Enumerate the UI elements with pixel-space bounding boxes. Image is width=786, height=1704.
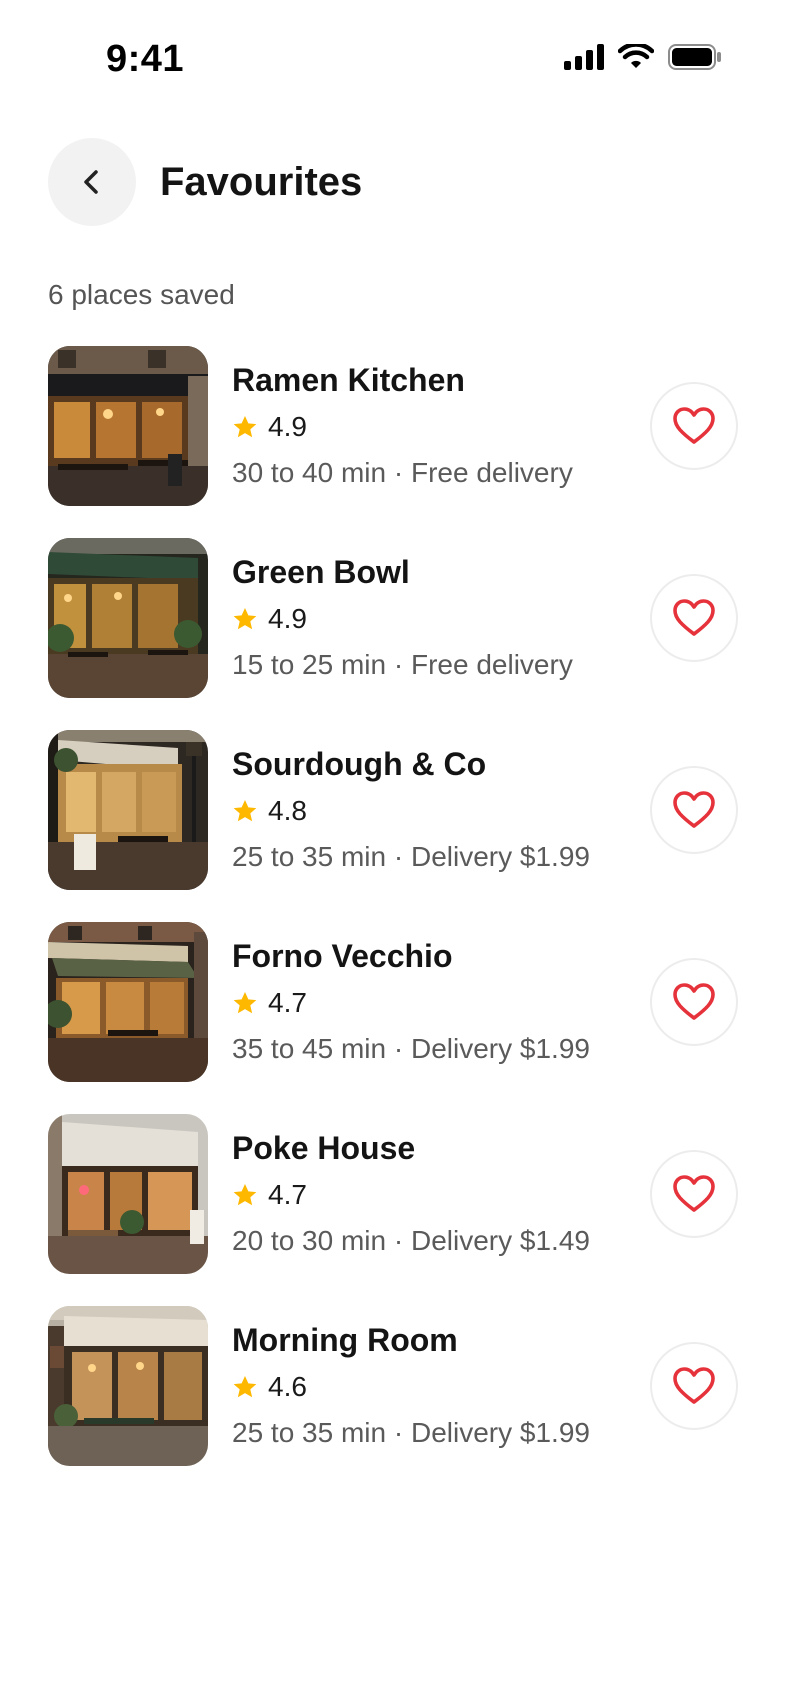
place-info: Sourdough & Co 4.8 25 to 35 min · Delive… — [232, 744, 590, 876]
favourite-button[interactable] — [650, 1150, 738, 1238]
rating-value: 4.7 — [268, 1179, 307, 1210]
rating-row: 4.8 — [232, 792, 590, 830]
place-name: Forno Vecchio — [232, 938, 453, 974]
rating-value: 4.6 — [268, 1371, 307, 1402]
favourite-button[interactable] — [650, 574, 738, 662]
place-name: Poke House — [232, 1130, 416, 1166]
place-name: Green Bowl — [232, 554, 410, 590]
list-item[interactable]: Forno Vecchio 4.7 35 to 45 min · Deliver… — [48, 922, 738, 1082]
list-item[interactable]: Poke House 4.7 20 to 30 min · Delivery $… — [48, 1114, 738, 1274]
place-name: Ramen Kitchen — [232, 362, 465, 398]
rating-value: 4.7 — [268, 987, 307, 1018]
heart-icon — [673, 599, 715, 636]
rating-row: 4.7 — [232, 1176, 590, 1214]
favourites-list: Ramen Kitchen 4.9 30 to 40 min · Free de… — [48, 346, 738, 1498]
list-item[interactable]: Ramen Kitchen 4.9 30 to 40 min · Free de… — [48, 346, 738, 506]
rating-value: 4.9 — [268, 411, 307, 442]
star-icon — [233, 607, 257, 630]
place-info: Green Bowl 4.9 15 to 25 min · Free deliv… — [232, 552, 573, 684]
delivery-info: 30 to 40 min · Free delivery — [232, 457, 573, 488]
heart-icon — [673, 791, 715, 828]
delivery-info: 25 to 35 min · Delivery $1.99 — [232, 1417, 590, 1448]
wifi-icon — [618, 44, 654, 68]
restaurant-photo — [48, 1306, 208, 1466]
chevron-left-icon — [84, 170, 98, 194]
status-time: 9:41 — [106, 38, 185, 80]
place-info: Forno Vecchio 4.7 35 to 45 min · Deliver… — [232, 936, 590, 1068]
restaurant-photo — [48, 346, 208, 506]
list-item[interactable]: Morning Room 4.6 25 to 35 min · Delivery… — [48, 1306, 738, 1466]
rating-row: 4.9 — [232, 408, 573, 446]
rating-row: 4.9 — [232, 600, 573, 638]
star-icon — [233, 799, 257, 822]
place-info: Poke House 4.7 20 to 30 min · Delivery $… — [232, 1128, 590, 1260]
delivery-info: 15 to 25 min · Free delivery — [232, 649, 573, 680]
list-item[interactable]: Green Bowl 4.9 15 to 25 min · Free deliv… — [48, 538, 738, 698]
header: Favourites — [48, 138, 362, 226]
favourite-button[interactable] — [650, 382, 738, 470]
restaurant-photo — [48, 730, 208, 890]
page-title: Favourites — [160, 159, 363, 204]
rating-value: 4.9 — [268, 603, 307, 634]
battery-icon — [668, 44, 721, 70]
favourite-button[interactable] — [650, 958, 738, 1046]
place-name: Morning Room — [232, 1322, 458, 1358]
place-info: Morning Room 4.6 25 to 35 min · Delivery… — [232, 1320, 590, 1452]
favourite-button[interactable] — [650, 1342, 738, 1430]
star-icon — [233, 991, 257, 1014]
cellular-signal-icon — [564, 44, 604, 70]
star-icon — [233, 415, 257, 438]
delivery-info: 35 to 45 min · Delivery $1.99 — [232, 1033, 590, 1064]
star-icon — [233, 1183, 257, 1206]
list-item[interactable]: Sourdough & Co 4.8 25 to 35 min · Delive… — [48, 730, 738, 890]
status-bar: 9:41 — [0, 0, 786, 120]
restaurant-photo — [48, 538, 208, 698]
rating-row: 4.6 — [232, 1368, 590, 1406]
favourite-button[interactable] — [650, 766, 738, 854]
rating-row: 4.7 — [232, 984, 590, 1022]
heart-icon — [673, 1175, 715, 1212]
back-button[interactable] — [48, 138, 136, 226]
delivery-info: 25 to 35 min · Delivery $1.99 — [232, 841, 590, 872]
star-icon — [233, 1375, 257, 1398]
place-name: Sourdough & Co — [232, 746, 487, 782]
restaurant-photo — [48, 922, 208, 1082]
heart-icon — [673, 983, 715, 1020]
delivery-info: 20 to 30 min · Delivery $1.49 — [232, 1225, 590, 1256]
heart-icon — [673, 407, 715, 444]
saved-count: 6 places saved — [48, 279, 235, 310]
heart-icon — [673, 1367, 715, 1404]
status-icons — [564, 44, 722, 70]
rating-value: 4.8 — [268, 795, 307, 826]
place-info: Ramen Kitchen 4.9 30 to 40 min · Free de… — [232, 360, 573, 492]
restaurant-photo — [48, 1114, 208, 1274]
